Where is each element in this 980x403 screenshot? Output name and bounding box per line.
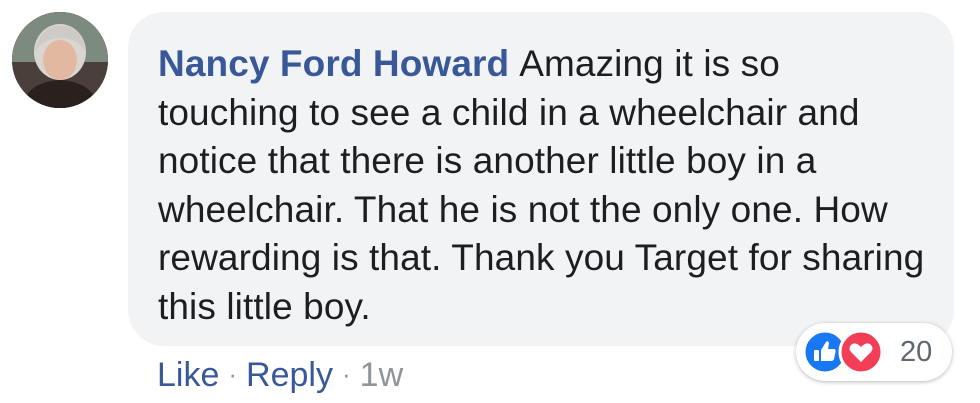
love-icon [838,329,884,375]
reply-link[interactable]: Reply [246,356,333,394]
comment-actions: Like · Reply · 1w [157,355,403,397]
separator-dot: · [341,359,351,389]
reactions-summary[interactable]: 20 [796,323,952,381]
comment-timestamp[interactable]: 1w [360,356,403,394]
reaction-count: 20 [900,336,933,368]
comment-body: Nancy Ford Howard Amazing it is so touchi… [158,40,926,331]
comment-bubble: Nancy Ford Howard Amazing it is so touchi… [128,12,954,346]
comment-author-link[interactable]: Nancy Ford Howard [158,43,509,84]
separator-dot: · [228,359,238,389]
comment-text: Amazing it is so touching to see a child… [158,43,925,327]
like-link[interactable]: Like [157,356,219,394]
avatar[interactable] [12,12,108,108]
